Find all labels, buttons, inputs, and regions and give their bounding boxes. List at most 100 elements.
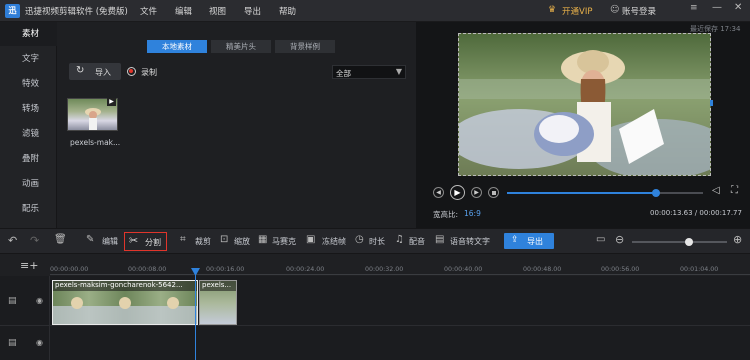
close-icon[interactable]: ✕ [734, 2, 742, 13]
tab-intros[interactable]: 精美片头 [211, 40, 271, 53]
freeze-icon: ▣ [306, 234, 316, 245]
sidebar: 素材 文字 特效 转场 滤镜 叠附 动画 配乐 [0, 22, 57, 228]
menu-view[interactable]: 视图 [209, 5, 226, 17]
record-icon[interactable] [127, 67, 136, 76]
visibility-icon[interactable]: ◉ [36, 296, 43, 305]
progress-handle[interactable] [651, 189, 660, 197]
sidebar-item-effects[interactable]: 特效 [0, 72, 57, 96]
menu-file[interactable]: 文件 [140, 5, 157, 17]
zoom-button[interactable]: 缩放 [234, 236, 250, 247]
minimize-icon[interactable]: — [712, 2, 722, 13]
video-track-header: ▤ ◉ [0, 276, 50, 326]
timeline-zoom-slider[interactable] [632, 238, 727, 246]
clip-title: pexels... [202, 281, 232, 289]
next-frame-icon[interactable]: ▶ [471, 187, 482, 198]
tab-local-media[interactable]: 本地素材 [147, 40, 207, 53]
playback-progress[interactable] [507, 189, 703, 197]
fit-timeline-icon[interactable]: ▭ [596, 234, 605, 245]
import-label: 导入 [95, 68, 111, 77]
edit-button[interactable]: 编辑 [102, 236, 118, 247]
ruler-tick: 00:01:04.00 [680, 266, 719, 273]
clip-title: pexels-maksim-goncharenok-5642... [55, 281, 183, 289]
menu-help[interactable]: 帮助 [279, 5, 296, 17]
ruler-tick: 00:00:24.00 [286, 266, 325, 273]
duration-button[interactable]: 时长 [369, 236, 385, 247]
ruler-tick: 00:00:16.00 [206, 266, 245, 273]
mosaic-icon: ▦ [258, 234, 268, 245]
split-label: 分割 [145, 238, 161, 247]
delete-icon[interactable]: 🗑 [54, 234, 67, 245]
ruler-baseline [50, 274, 750, 275]
speech-to-text-button[interactable]: 语音转文字 [450, 236, 490, 247]
record-button[interactable]: 录制 [141, 67, 157, 78]
timeline-clip-2[interactable]: pexels... [199, 280, 237, 325]
clock-icon: ◷ [355, 234, 364, 245]
edit-toolbar: ↶ ↷ 🗑 ✎ 编辑 ✂ 分割 ⌗ 裁剪 ⊡ 缩放 ▦ 马赛克 ▣ 冻结帧 ◷ … [0, 228, 750, 254]
menu-export[interactable]: 导出 [244, 5, 261, 17]
ruler-tick: 00:00:48.00 [523, 266, 562, 273]
title-bar: 迅 迅捷视频剪辑软件 (免费版) 文件 编辑 视图 导出 帮助 ♛ 开通VIP … [0, 0, 750, 22]
app-title: 迅捷视频剪辑软件 (免费版) [25, 7, 128, 17]
audio-track-icon: ▤ [8, 338, 17, 348]
user-icon: ☺ [610, 5, 620, 15]
aspect-value[interactable]: 16:9 [464, 209, 481, 218]
preview-image [459, 34, 710, 175]
sidebar-item-transitions[interactable]: 转场 [0, 97, 57, 121]
timeline-ruler[interactable]: ≡+ 00:00:00.00 00:00:08.00 00:00:16.00 0… [0, 254, 750, 276]
menu-icon[interactable]: ≡ [690, 3, 698, 13]
tab-backgrounds[interactable]: 背景样例 [275, 40, 335, 53]
ruler-tick: 00:00:00.00 [50, 266, 89, 273]
vip-crown-icon: ♛ [548, 5, 557, 15]
ruler-tick: 00:00:40.00 [444, 266, 483, 273]
ruler-tick: 00:00:56.00 [601, 266, 640, 273]
zoom-out-icon[interactable]: ⊖ [615, 233, 624, 246]
chevron-down-icon: ▼ [395, 67, 402, 76]
filter-select[interactable]: 全部 ▼ [332, 65, 406, 79]
mosaic-button[interactable]: 马赛克 [272, 236, 296, 247]
sidebar-item-music[interactable]: 配乐 [0, 197, 57, 221]
fullscreen-icon[interactable]: ⛶ [731, 185, 738, 196]
import-button[interactable]: ↻ 导入 [69, 63, 121, 80]
media-thumbnail[interactable]: ▶ [67, 98, 118, 131]
undo-icon[interactable]: ↶ [8, 234, 17, 247]
microphone-icon: ♫ [395, 234, 404, 245]
play-icon[interactable]: ▶ [450, 185, 465, 200]
ruler-tick: 00:00:32.00 [365, 266, 404, 273]
filter-value: 全部 [336, 69, 351, 78]
zoom-icon: ⊡ [220, 234, 229, 245]
timeline-clip-1[interactable]: pexels-maksim-goncharenok-5642... [52, 280, 198, 325]
export-button[interactable]: ⇪ 导出 [504, 233, 554, 249]
split-button[interactable]: ✂ 分割 [124, 232, 167, 251]
volume-icon[interactable]: ◁ [712, 185, 720, 196]
export-icon: ⇪ [511, 235, 519, 245]
resize-handle[interactable] [710, 100, 713, 106]
crop-button[interactable]: 裁剪 [195, 236, 211, 247]
vip-button[interactable]: 开通VIP [562, 5, 592, 17]
aspect-label: 宽高比: [433, 210, 459, 219]
sidebar-item-media[interactable]: 素材 [0, 22, 57, 46]
time-total: 00:00:17.77 [699, 209, 742, 217]
sidebar-item-overlays[interactable]: 叠附 [0, 147, 57, 171]
freeze-frame-button[interactable]: 冻结帧 [322, 236, 346, 247]
sidebar-item-animation[interactable]: 动画 [0, 172, 57, 196]
prev-frame-icon[interactable]: ◀ [433, 187, 444, 198]
video-preview[interactable] [458, 33, 711, 176]
app-logo-icon: 迅 [5, 4, 20, 18]
media-library: 本地素材 精美片头 背景样例 ↻ 导入 录制 全部 ▼ ▶ pexels-mak… [57, 22, 416, 228]
zoom-slider-handle[interactable] [685, 238, 693, 246]
login-button[interactable]: 账号登录 [622, 5, 656, 17]
sidebar-item-filters[interactable]: 滤镜 [0, 122, 57, 146]
add-track-icon[interactable]: ≡+ [20, 259, 38, 272]
menu-edit[interactable]: 编辑 [175, 5, 192, 17]
redo-icon[interactable]: ↷ [30, 234, 39, 247]
sidebar-item-text[interactable]: 文字 [0, 47, 57, 71]
stop-icon[interactable] [488, 187, 499, 198]
playhead-line [195, 270, 196, 360]
zoom-in-icon[interactable]: ⊕ [733, 233, 742, 246]
mute-icon[interactable]: ◉ [36, 338, 43, 347]
progress-fill [507, 192, 656, 194]
dub-button[interactable]: 配音 [409, 236, 425, 247]
ruler-tick: 00:00:08.00 [128, 266, 167, 273]
preview-panel: 最近保存 17:34 ◀ ▶ ▶ ◁ ⛶ 宽高比: 16:9 00:00:13.… [416, 22, 750, 228]
time-current: 00:00:13.63 [650, 209, 693, 217]
